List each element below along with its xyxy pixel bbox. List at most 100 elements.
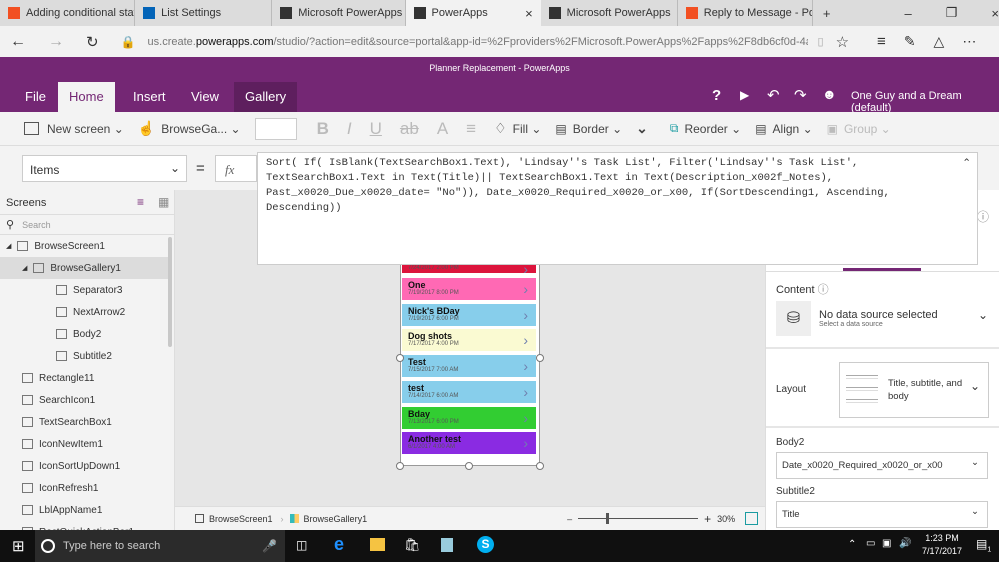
breadcrumb-screen[interactable]: BrowseScreen1 xyxy=(209,514,273,524)
zoom-slider[interactable] xyxy=(578,513,699,524)
zoom-slider-thumb[interactable] xyxy=(606,513,610,524)
tree-item[interactable]: TextSearchBox1 xyxy=(0,411,168,433)
gallery-item[interactable]: Another test 6/1/2017 4:00 AM › xyxy=(402,432,536,455)
fill-button[interactable]: ♢ Fill ⌄ xyxy=(494,120,541,137)
microphone-icon[interactable]: 🎤 xyxy=(262,539,277,553)
resize-handle[interactable] xyxy=(465,462,473,470)
next-arrow-icon[interactable]: › xyxy=(523,384,528,400)
taskbar-search[interactable]: Type here to search 🎤 xyxy=(35,530,285,562)
menu-tab-view[interactable]: View xyxy=(180,82,230,112)
task-view-icon[interactable]: ◫ xyxy=(296,538,307,552)
gallery-item[interactable]: Bday 7/13/2017 6:00 PM › xyxy=(402,406,536,429)
body-dropdown[interactable]: Date_x0020_Required_x0020_or_x00 ⌄ xyxy=(776,452,988,479)
browser-tab[interactable]: Microsoft PowerApps xyxy=(272,0,406,26)
share-icon[interactable]: △ xyxy=(934,33,945,50)
thumbnail-view-icon[interactable]: ▦ xyxy=(158,195,169,209)
next-arrow-icon[interactable]: › xyxy=(523,435,528,451)
strikethrough-icon[interactable]: ab xyxy=(400,119,419,139)
account-name[interactable]: One Guy and a Dream (default) xyxy=(851,90,999,114)
store-icon[interactable]: 🛍 xyxy=(404,537,421,553)
bold-icon[interactable]: B xyxy=(317,119,329,139)
resize-handle[interactable] xyxy=(396,462,404,470)
control-selector[interactable]: ☝ BrowseGa... ⌄ xyxy=(138,120,241,137)
close-tab-icon[interactable]: × xyxy=(525,6,533,21)
next-arrow-icon[interactable]: › xyxy=(523,281,528,297)
volume-icon[interactable]: 🔊 xyxy=(899,538,911,549)
menu-tab-insert[interactable]: Insert xyxy=(122,82,177,112)
browser-tab[interactable]: List Settings xyxy=(135,0,273,26)
forward-icon[interactable]: → xyxy=(48,33,64,51)
expand-triangle-icon[interactable]: ◢ xyxy=(22,264,27,272)
resize-handle[interactable] xyxy=(536,462,544,470)
preview-play-icon[interactable]: ▶ xyxy=(740,88,749,102)
hub-icon[interactable]: ≡ xyxy=(877,33,886,50)
account-icon[interactable]: ☻ xyxy=(822,86,837,102)
back-icon[interactable]: ← xyxy=(10,33,26,51)
web-note-icon[interactable]: ✎ xyxy=(904,33,916,50)
minimize-icon[interactable]: – xyxy=(905,6,912,21)
group-button[interactable]: ▣ Group ⌄ xyxy=(827,122,891,136)
redo-icon[interactable]: ↷ xyxy=(794,86,807,104)
app-icon[interactable] xyxy=(441,538,453,552)
zoom-out-button[interactable]: – xyxy=(567,514,572,524)
menu-tab-gallery[interactable]: Gallery xyxy=(234,82,298,112)
help-circle-icon[interactable]: ⓘ xyxy=(977,208,989,225)
subtitle-dropdown[interactable]: Title ⌄ xyxy=(776,501,988,528)
browser-tab[interactable]: Microsoft PowerApps xyxy=(541,0,678,26)
refresh-icon[interactable]: ↻ xyxy=(86,33,99,51)
browser-tab[interactable]: Reply to Message - Power xyxy=(678,0,813,26)
new-screen-button[interactable]: New screen ⌄ xyxy=(24,122,124,136)
next-arrow-icon[interactable]: › xyxy=(523,358,528,374)
font-size-dropdown[interactable] xyxy=(254,117,297,140)
tree-scrollbar[interactable] xyxy=(168,237,172,347)
content-help-icon[interactable]: ⓘ xyxy=(818,284,829,296)
font-color-icon[interactable]: A xyxy=(437,119,448,139)
underline-icon[interactable]: U xyxy=(370,119,382,139)
gallery-item[interactable]: test 7/14/2017 6:00 AM › xyxy=(402,380,536,403)
gallery-item[interactable]: One 7/19/2017 8:00 PM › xyxy=(402,278,536,300)
resize-handle[interactable] xyxy=(536,354,544,362)
text-align-icon[interactable]: ≡ xyxy=(466,119,476,139)
tree-item[interactable]: Body2 xyxy=(0,323,168,345)
italic-icon[interactable]: I xyxy=(347,119,352,139)
restore-icon[interactable]: ❐ xyxy=(946,5,958,21)
tree-item[interactable]: LblAppName1 xyxy=(0,499,168,521)
clock[interactable]: 1:23 PM 7/17/2017 xyxy=(918,533,966,556)
browser-tab[interactable]: Adding conditional staten xyxy=(0,0,136,26)
collapse-formula-chevron-icon[interactable]: ⌃ xyxy=(962,157,971,172)
align-button[interactable]: ▤ Align ⌄ xyxy=(755,122,812,136)
gallery-item[interactable]: Nick's BDay 7/19/2017 6:00 PM › xyxy=(402,303,536,326)
browser-tab[interactable]: PowerApps × xyxy=(405,0,541,26)
tree-item[interactable]: Rectangle11 xyxy=(0,367,168,389)
screens-search[interactable]: ⚲ Search xyxy=(0,214,175,235)
next-arrow-icon[interactable]: › xyxy=(523,410,528,426)
tree-item[interactable]: IconSortUpDown1 xyxy=(0,455,168,477)
tree-item[interactable]: NextArrow2 xyxy=(0,301,168,323)
gallery-item[interactable]: Test 7/15/2017 7:00 AM › xyxy=(402,355,536,378)
show-hidden-icons[interactable]: ⌃ xyxy=(848,539,856,550)
menu-tab-file[interactable]: File xyxy=(14,82,57,112)
reading-view-icon[interactable]: ▯ xyxy=(818,35,824,48)
tree-item[interactable]: Subtitle2 xyxy=(0,345,168,367)
battery-icon[interactable]: ▭ xyxy=(866,538,875,549)
expand-ribbon-chevron-icon[interactable]: ⌄ xyxy=(636,120,648,137)
skype-icon[interactable]: S xyxy=(477,536,494,553)
tree-item[interactable]: Separator3 xyxy=(0,279,168,301)
formula-input[interactable]: Sort( If( IsBlank(TextSearchBox1.Text), … xyxy=(257,152,978,265)
property-dropdown[interactable]: Items ⌄ xyxy=(22,155,187,182)
fit-to-window-icon[interactable] xyxy=(745,512,759,525)
network-icon[interactable]: ▣ xyxy=(882,538,891,549)
data-source-selector[interactable]: ⛁ No data source selected Select a data s… xyxy=(776,300,999,336)
tree-item[interactable]: IconNewItem1 xyxy=(0,433,168,455)
tree-item[interactable]: IconRefresh1 xyxy=(0,477,168,499)
gallery-item[interactable]: Dog shots 7/17/2017 4:00 PM › xyxy=(402,329,536,352)
favorite-star-icon[interactable]: ☆ xyxy=(836,33,849,51)
undo-icon[interactable]: ↶ xyxy=(767,86,780,104)
windows-start-icon[interactable]: ⊞ xyxy=(12,537,25,555)
new-tab-icon[interactable]: + xyxy=(823,6,831,21)
breadcrumb-gallery[interactable]: BrowseGallery1 xyxy=(304,514,368,524)
file-explorer-icon[interactable] xyxy=(370,538,385,551)
action-center-icon[interactable]: ▤1 xyxy=(976,537,991,553)
next-arrow-icon[interactable]: › xyxy=(523,332,528,348)
tree-item[interactable]: SearchIcon1 xyxy=(0,389,168,411)
